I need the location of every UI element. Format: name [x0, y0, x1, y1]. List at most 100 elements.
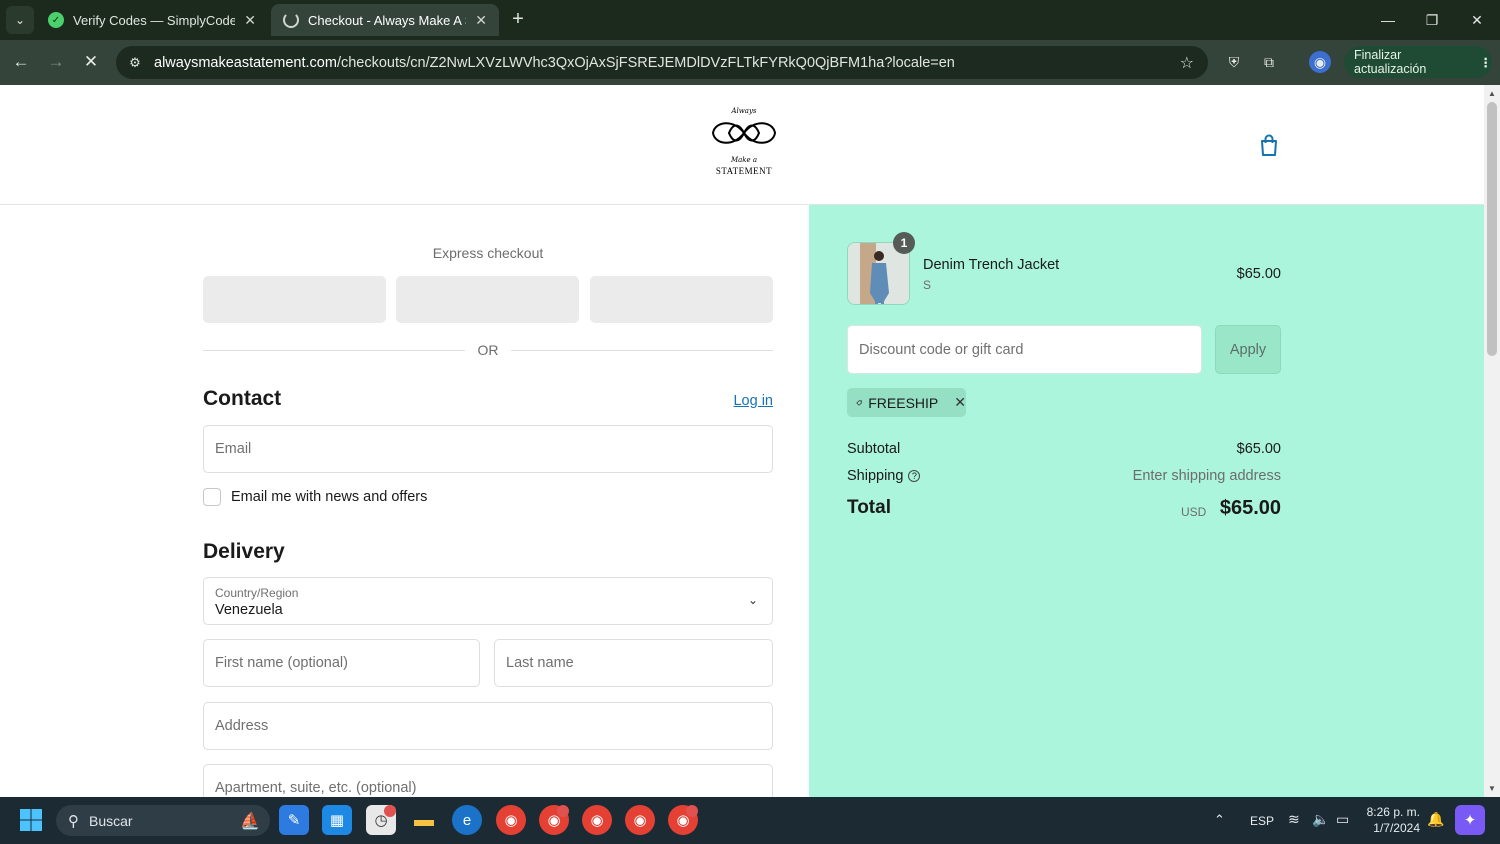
- country-label: Country/Region: [215, 586, 299, 600]
- tab-search-button[interactable]: ⌄: [6, 6, 34, 34]
- country-select[interactable]: Country/Region Venezuela ⌄: [203, 577, 773, 625]
- site-info-icon[interactable]: ⚙: [122, 55, 148, 71]
- quantity-badge: 1: [893, 232, 915, 254]
- chrome-app-icon[interactable]: ◉: [496, 805, 526, 835]
- notification-badge: [686, 805, 698, 817]
- update-button-label: Finalizar actualización: [1354, 48, 1427, 76]
- store-logo[interactable]: Always Make a STATEMENT: [706, 107, 782, 185]
- country-value: Venezuela: [215, 602, 283, 618]
- loading-spinner-icon: [283, 12, 299, 28]
- chrome-app-icon[interactable]: ◉: [625, 805, 655, 835]
- or-divider: OR: [203, 342, 773, 358]
- paint-app-icon[interactable]: ✎: [279, 805, 309, 835]
- search-label: Buscar: [89, 812, 133, 829]
- file-explorer-icon[interactable]: ▬: [409, 805, 439, 835]
- last-name-field[interactable]: Last name: [494, 639, 773, 687]
- clock-date[interactable]: 1/7/2024: [1364, 821, 1420, 835]
- forward-button[interactable]: →: [43, 49, 69, 75]
- divider-line: [511, 350, 773, 351]
- browser-tab-strip: ⌄ ✓ Verify Codes — SimplyCodes ✕ Checkou…: [0, 0, 1500, 40]
- remove-discount-icon[interactable]: ✕: [954, 394, 966, 411]
- page-scrollbar[interactable]: ▲ ▼: [1484, 85, 1500, 797]
- discount-code-input[interactable]: Discount code or gift card: [847, 325, 1202, 374]
- clock-time[interactable]: 8:26 p. m.: [1364, 805, 1420, 819]
- volume-icon[interactable]: 🔈: [1312, 811, 1329, 828]
- store-app-icon[interactable]: ▦: [322, 805, 352, 835]
- notification-badge: [557, 805, 569, 817]
- first-name-field[interactable]: First name (optional): [203, 639, 480, 687]
- search-highlight-icon: ⛵: [240, 812, 260, 830]
- logo-wordmark: STATEMENT: [715, 166, 773, 176]
- shopping-bag-icon[interactable]: [1258, 133, 1280, 157]
- close-window-button[interactable]: ✕: [1455, 0, 1499, 40]
- address-bar[interactable]: ⚙ alwaysmakeastatement.com/checkouts/cn/…: [116, 46, 1208, 79]
- bookmark-star-icon[interactable]: ☆: [1180, 53, 1194, 73]
- chevron-down-icon: ⌄: [14, 13, 26, 27]
- browser-toolbar: ← → ✕ ⚙ alwaysmakeastatement.com/checkou…: [0, 40, 1500, 85]
- new-tab-button[interactable]: +: [507, 8, 529, 30]
- update-browser-button[interactable]: Finalizar actualización ⋮: [1344, 46, 1492, 78]
- shipping-value: Enter shipping address: [1132, 468, 1281, 484]
- notification-bell-icon[interactable]: 🔔: [1427, 811, 1444, 828]
- subtotal-value: $65.00: [1236, 441, 1281, 457]
- taskbar-search[interactable]: ⚲ Buscar ⛵: [56, 805, 270, 836]
- order-summary: 1 Denim Trench Jacket S $65.00 Discount …: [809, 205, 1484, 797]
- chrome-app-icon[interactable]: ◉: [582, 805, 612, 835]
- checkout-form-column: Express checkout OR Contact Log in Email…: [0, 205, 809, 797]
- notification-badge: [384, 805, 396, 817]
- logo-script-top: Always: [731, 107, 757, 115]
- apply-discount-button[interactable]: Apply: [1215, 325, 1281, 374]
- express-checkout-label: Express checkout: [432, 245, 544, 261]
- profile-avatar[interactable]: ◉: [1309, 51, 1331, 73]
- product-price: $65.00: [1236, 266, 1281, 282]
- chevron-up-icon[interactable]: ⌃: [1214, 812, 1225, 828]
- total-label: Total: [847, 497, 891, 518]
- tab-title: Checkout - Always Make A Stat: [308, 12, 466, 28]
- back-button[interactable]: ←: [8, 49, 34, 75]
- discount-code-label: FREESHIP: [868, 394, 939, 411]
- close-tab-icon[interactable]: ✕: [244, 12, 256, 29]
- express-pay-button-2[interactable]: [396, 276, 579, 323]
- express-pay-button-1[interactable]: [203, 276, 386, 323]
- arrow-left-icon: ←: [12, 52, 30, 71]
- copilot-icon[interactable]: ✦: [1455, 805, 1485, 835]
- total-value: $65.00: [1219, 497, 1281, 519]
- close-tab-icon[interactable]: ✕: [475, 12, 487, 29]
- windows-start-icon[interactable]: [16, 805, 46, 835]
- chevron-down-icon: ⌄: [747, 593, 758, 607]
- url-domain: alwaysmakeastatement.com: [154, 54, 337, 71]
- help-icon[interactable]: ?: [908, 470, 921, 482]
- wifi-icon[interactable]: ≋: [1288, 811, 1300, 828]
- email-field[interactable]: Email: [203, 425, 773, 473]
- infinity-knot-icon: [711, 122, 777, 144]
- login-link[interactable]: Log in: [700, 393, 773, 409]
- product-name: Denim Trench Jacket: [923, 257, 1060, 273]
- url-text: alwaysmakeastatement.com/checkouts/cn/Z2…: [154, 55, 955, 71]
- extensions-puzzle-icon[interactable]: ⧉: [1258, 51, 1280, 73]
- tab-checkout[interactable]: Checkout - Always Make A Stat ✕: [271, 4, 499, 36]
- subtotal-label: Subtotal: [847, 441, 901, 457]
- newsletter-checkbox[interactable]: [203, 488, 221, 506]
- product-variant: S: [923, 278, 932, 292]
- search-icon: ⚲: [68, 812, 79, 830]
- delivery-heading: Delivery: [203, 540, 285, 563]
- restore-button[interactable]: ❐: [1410, 0, 1454, 40]
- tab-simplycodes[interactable]: ✓ Verify Codes — SimplyCodes ✕: [36, 4, 268, 36]
- scrollbar-thumb[interactable]: [1487, 102, 1497, 356]
- express-pay-button-3[interactable]: [590, 276, 773, 323]
- logo-script-middle: Make a: [730, 156, 758, 164]
- shield-extension-icon[interactable]: ⛨: [1223, 51, 1245, 73]
- battery-icon[interactable]: ▭: [1336, 811, 1349, 828]
- checkout-page: Always Make a STATEMENT Express checkout…: [0, 85, 1484, 797]
- scroll-down-icon[interactable]: ▼: [1488, 784, 1496, 793]
- address-field[interactable]: Address: [203, 702, 773, 750]
- scroll-up-icon[interactable]: ▲: [1488, 89, 1496, 98]
- minimize-button[interactable]: —: [1366, 0, 1410, 40]
- apartment-field[interactable]: Apartment, suite, etc. (optional): [203, 764, 773, 797]
- stop-loading-button[interactable]: ✕: [78, 49, 104, 75]
- edge-browser-icon[interactable]: e: [452, 805, 482, 835]
- windows-logo: [20, 809, 42, 831]
- contact-heading: Contact: [203, 387, 282, 410]
- language-indicator[interactable]: ESP: [1250, 814, 1274, 828]
- shipping-label: Shipping: [847, 468, 904, 484]
